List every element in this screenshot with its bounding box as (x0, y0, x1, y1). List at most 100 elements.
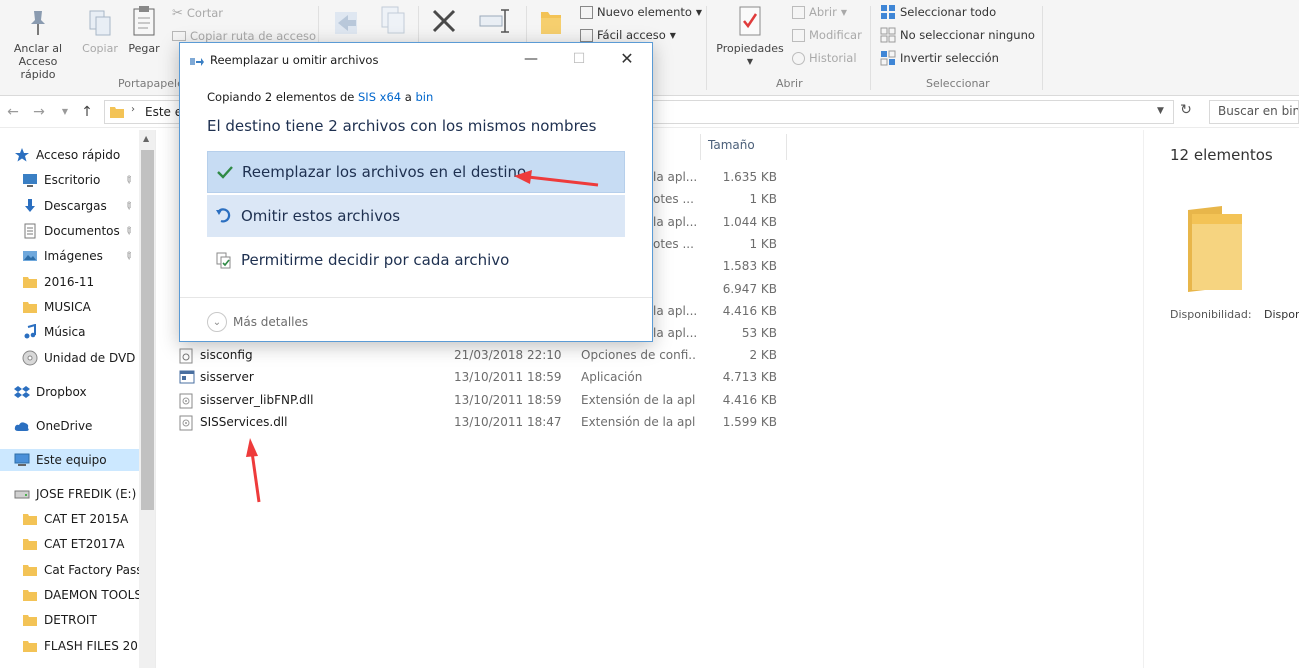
nav-item[interactable]: OneDrive (0, 415, 140, 437)
nav-scrollbar-thumb[interactable] (141, 150, 154, 510)
back-arrow-icon[interactable]: ← (4, 102, 22, 122)
properties-label: Propiedades (716, 42, 784, 55)
copy-to-icon[interactable] (378, 4, 408, 36)
computer-icon (14, 452, 30, 468)
skip-files-option[interactable]: Omitir estos archivos (207, 195, 625, 237)
edit-button[interactable]: Modificar (792, 25, 862, 45)
copy-label: Copiar (82, 42, 118, 55)
nav-item[interactable]: Dropbox (0, 381, 140, 403)
details-pane: 12 elementos Disponibilidad: Dispon (1143, 130, 1299, 668)
select-all-button[interactable]: Seleccionar todo (880, 2, 996, 22)
nav-item-label: Unidad de DVD R (44, 351, 140, 365)
forward-arrow-icon[interactable]: → (30, 102, 48, 122)
replace-files-option[interactable]: Reemplazar los archivos en el destino (207, 151, 625, 193)
properties-button[interactable]: Propiedades ▼ (712, 4, 788, 68)
rename-icon[interactable] (478, 6, 512, 36)
open-button[interactable]: Abrir ▼ (792, 2, 847, 22)
table-row[interactable]: sisserver 13/10/2011 18:59 Aplicación 4.713… (175, 367, 795, 389)
destination-folder-link[interactable]: bin (415, 90, 433, 104)
pin-quick-access-button[interactable]: Anclar al Acceso rápido (0, 8, 76, 81)
decide-each-file-option[interactable]: Permitirme decidir por cada archivo (207, 239, 625, 281)
availability-value: Dispon (1264, 308, 1299, 321)
nav-item[interactable]: DAEMON TOOLS (0, 584, 140, 606)
pin-icon[interactable]: ✎ (121, 224, 135, 238)
pin-label: Anclar al Acceso rápido (13, 42, 63, 81)
file-size: 1.599 KB (722, 414, 777, 429)
nav-item[interactable]: Descargas ✎ (0, 195, 140, 217)
move-to-icon[interactable] (332, 6, 362, 38)
cut-label: Cortar (186, 6, 223, 20)
nav-item[interactable]: Documentos ✎ (0, 220, 140, 242)
nav-item[interactable]: Este equipo (0, 449, 140, 471)
nav-item[interactable]: Acceso rápido (0, 144, 140, 166)
nav-item[interactable]: JOSE FREDIK (E:) (0, 483, 140, 505)
maximize-icon[interactable]: ☐ (564, 47, 594, 71)
close-icon[interactable]: ✕ (612, 47, 642, 71)
up-arrow-icon[interactable]: ↑ (78, 102, 96, 122)
file-name: sisserver_libFNP.dll (200, 392, 314, 407)
file-date: 13/10/2011 18:47 (454, 414, 562, 429)
copy-button[interactable]: Copiar (80, 8, 120, 55)
recent-dropdown-icon[interactable]: ▼ (56, 102, 74, 122)
partial-row-type: la apl... (653, 214, 698, 229)
table-row[interactable]: sisserver_libFNP.dll 13/10/2011 18:59 Exte… (175, 390, 795, 412)
nav-item[interactable]: CAT ET 2015A (0, 508, 140, 530)
invert-selection-icon (880, 50, 896, 66)
pin-icon[interactable]: ✎ (121, 173, 135, 187)
nav-item[interactable]: MUSICA (0, 296, 140, 318)
nav-item[interactable]: Escritorio ✎ (0, 169, 140, 191)
file-date: 21/03/2018 22:10 (454, 348, 562, 362)
easy-access-icon (580, 28, 593, 42)
delete-icon[interactable] (430, 8, 460, 36)
nav-item-label: CAT ET2017A (44, 537, 125, 551)
pin-icon[interactable]: ✎ (121, 199, 135, 213)
nav-item[interactable]: DETROIT (0, 609, 140, 631)
replace-files-label: Reemplazar los archivos en el destino (242, 163, 527, 181)
partial-row-size: 1.583 KB (722, 259, 777, 274)
dropbox-icon (14, 384, 30, 400)
new-item-button[interactable]: Nuevo elemento ▼ (580, 2, 702, 22)
pin-icon[interactable]: ✎ (121, 249, 135, 263)
dialog-footer: ⌄ Más detalles (180, 297, 652, 342)
cut-button[interactable]: ✂ Cortar (172, 3, 223, 23)
nav-item[interactable]: Música (0, 321, 140, 343)
paste-button[interactable]: Pegar (124, 4, 164, 55)
minimize-icon[interactable]: — (516, 47, 546, 71)
partial-row-type: la apl... (653, 303, 698, 318)
partial-row-size: 1 KB (749, 192, 777, 207)
nav-item[interactable]: Cat Factory Pass (0, 559, 140, 581)
download-icon (22, 198, 38, 214)
folder-icon (22, 563, 38, 577)
new-folder-icon[interactable] (538, 6, 564, 36)
folder-icon (22, 275, 38, 289)
search-input[interactable]: Buscar en bin (1209, 100, 1299, 124)
nav-item[interactable]: FLASH FILES 201 (0, 635, 140, 657)
chevron-down-icon[interactable]: ▼ (1157, 106, 1164, 116)
nav-item-label: Documentos (44, 224, 120, 238)
partial-row-type: la apl... (653, 170, 698, 184)
refresh-icon[interactable]: ↻ (1176, 102, 1196, 122)
more-details-button[interactable]: ⌄ Más detalles (207, 312, 308, 332)
nav-item[interactable]: 2016-11 (0, 271, 140, 293)
music-icon (22, 324, 38, 340)
properties-icon (739, 6, 761, 36)
partial-row-size: 53 KB (741, 326, 777, 341)
invert-selection-button[interactable]: Invertir selección (880, 48, 999, 68)
column-header-size[interactable]: Tamaño (708, 138, 755, 152)
history-button[interactable]: Historial (792, 48, 857, 68)
file-type: Opciones de confi... (581, 348, 695, 362)
nav-item[interactable]: Imágenes ✎ (0, 245, 140, 267)
folder-icon (22, 639, 38, 653)
dll-file-icon (179, 393, 193, 409)
scroll-up-arrow-icon[interactable]: ▲ (143, 134, 149, 143)
nav-item-label: CAT ET 2015A (44, 512, 129, 526)
table-row[interactable]: sisconfig 21/03/2018 22:10 Opciones de con… (175, 345, 795, 367)
availability-label: Disponibilidad: (1170, 308, 1252, 321)
table-row[interactable]: SISServices.dll 13/10/2011 18:47 Extensión… (175, 412, 795, 434)
select-none-button[interactable]: No seleccionar ninguno (880, 25, 1035, 45)
nav-item[interactable]: Unidad de DVD R (0, 347, 140, 369)
source-folder-link[interactable]: SIS x64 (358, 90, 401, 104)
nav-item-label: DETROIT (44, 613, 97, 627)
nav-item[interactable]: CAT ET2017A (0, 533, 140, 555)
partial-row-size: 6.947 KB (722, 281, 777, 296)
